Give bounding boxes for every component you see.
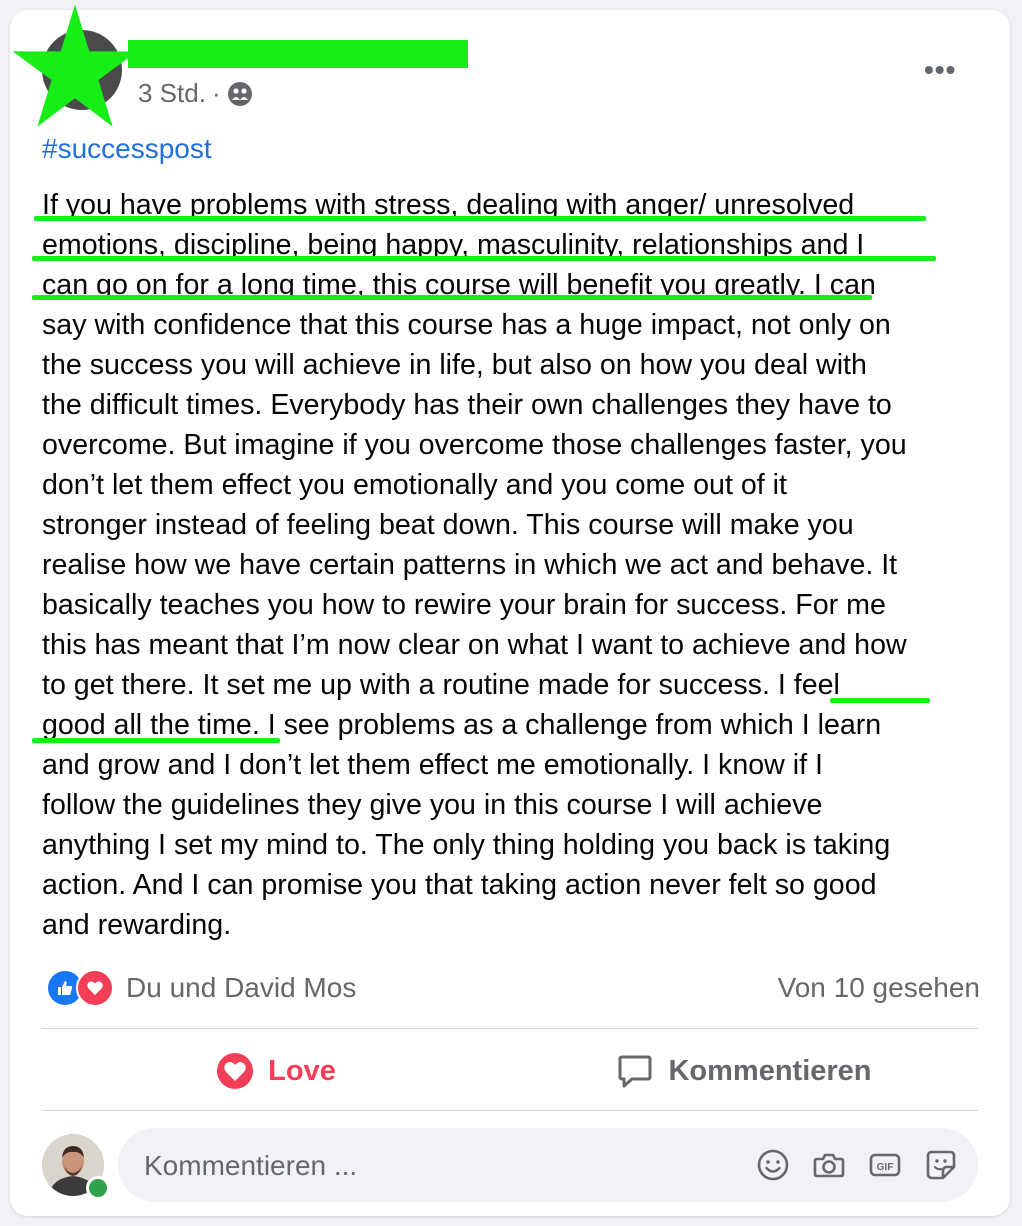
post-text-line: and grow and I don’t let them effect me … — [42, 749, 823, 781]
reaction-names[interactable]: Du und David Mos — [126, 972, 356, 1004]
comment-composer[interactable]: GIF — [118, 1128, 978, 1204]
hashtag-link[interactable]: #successpost — [42, 133, 212, 165]
post-time[interactable]: 3 Std. — [138, 78, 206, 109]
love-reaction-icon — [76, 969, 114, 1007]
online-status-dot — [86, 1176, 110, 1200]
post-text-line: action. And I can promise you that takin… — [42, 869, 877, 901]
post-text-line: say with confidence that this course has… — [42, 309, 891, 341]
highlight-underline — [32, 295, 872, 300]
post-text-line: anything I set my mind to. The only thin… — [42, 829, 891, 861]
love-label: Love — [268, 1054, 336, 1087]
seen-count[interactable]: Von 10 gesehen — [778, 972, 980, 1004]
group-icon — [227, 81, 252, 106]
post-text-line: stronger instead of feeling beat down. T… — [42, 509, 854, 541]
love-icon — [217, 1053, 254, 1089]
post-text-line: follow the guidelines they give you in t… — [42, 789, 823, 821]
reaction-summary[interactable]: Du und David Mos Von 10 gesehen — [46, 968, 980, 1008]
post-text-line: the success you will achieve in life, bu… — [42, 349, 867, 381]
post-text-line: realise how we have certain patterns in … — [42, 549, 898, 581]
meta-separator: · — [211, 78, 221, 108]
svg-text:GIF: GIF — [877, 1162, 894, 1173]
highlight-underline — [32, 256, 936, 261]
emoji-icon[interactable] — [756, 1148, 790, 1182]
camera-icon[interactable] — [812, 1148, 846, 1182]
divider — [42, 1028, 978, 1029]
post-text-line: basically teaches you how to rewire your… — [42, 589, 886, 621]
comment-input[interactable] — [142, 1128, 726, 1204]
post-text-line: and rewarding. — [42, 909, 232, 941]
post-text-line: don’t let them effect you emotionally an… — [42, 469, 787, 501]
post-text-line: overcome. But imagine if you overcome th… — [42, 429, 907, 461]
gif-icon[interactable]: GIF — [868, 1148, 902, 1182]
redaction-star — [12, 4, 138, 127]
divider — [42, 1110, 978, 1111]
love-button[interactable]: Love — [42, 1038, 510, 1104]
post-text-line: this has meant that I’m now clear on wha… — [42, 629, 907, 661]
highlight-underline — [830, 698, 930, 703]
author-name-redaction — [128, 40, 468, 68]
highlight-underline — [32, 738, 280, 743]
comment-icon — [618, 1055, 652, 1088]
comment-button[interactable]: Kommentieren — [510, 1038, 978, 1104]
sticker-icon[interactable] — [924, 1148, 958, 1182]
comment-label: Kommentieren — [668, 1054, 872, 1087]
post-text-line: the difficult times. Everybody has their… — [42, 389, 892, 421]
more-options-icon[interactable]: ••• — [924, 54, 956, 86]
highlight-underline — [34, 216, 926, 221]
post-meta: 3 Std. · — [138, 78, 253, 109]
